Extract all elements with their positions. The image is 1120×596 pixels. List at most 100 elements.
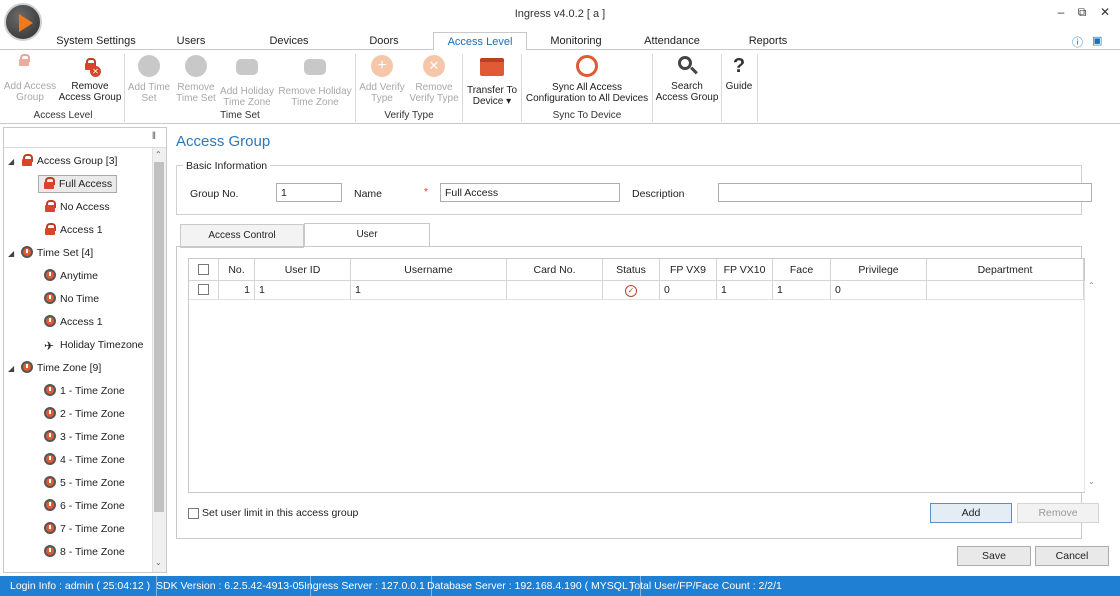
cell-fp-vx9[interactable]: 0: [660, 281, 717, 300]
tree-item-holiday-timezone[interactable]: ✈ Holiday Timezone: [8, 334, 152, 357]
add-holiday-time-zone-button[interactable]: Add Holiday Time Zone: [218, 54, 276, 108]
tab-attendance[interactable]: Attendance: [636, 32, 708, 50]
tree-node-time-zone[interactable]: ◢ Time Zone [9]: [8, 357, 152, 380]
lock-icon: [44, 223, 56, 235]
user-grid: No. User ID Username Card No. Status FP …: [188, 258, 1095, 493]
tree-node-access-group[interactable]: ◢ Access Group [3]: [8, 150, 152, 173]
grid-header[interactable]: Card No.: [507, 259, 603, 281]
cell-privilege[interactable]: 0: [831, 281, 927, 300]
grid-header[interactable]: Department: [927, 259, 1084, 281]
add-access-group-button[interactable]: Add Access Group: [2, 54, 58, 103]
tab-access-control[interactable]: Access Control: [180, 224, 304, 248]
user-limit-checkbox[interactable]: [188, 508, 199, 519]
cell-face[interactable]: 1: [773, 281, 831, 300]
tab-system-settings[interactable]: System Settings: [50, 32, 142, 50]
lock-icon: [43, 177, 55, 189]
clock-icon: [44, 315, 56, 327]
grid-scrollbar[interactable]: ⌃ ⌄: [1084, 281, 1098, 492]
tab-reports[interactable]: Reports: [738, 32, 798, 50]
cell-status[interactable]: ✓: [603, 281, 660, 300]
remove-access-group-button[interactable]: ✕ Remove Access Group: [58, 54, 122, 103]
group-no-field[interactable]: 1: [276, 183, 342, 202]
grid-header[interactable]: FP VX9: [660, 259, 717, 281]
cell-fp-vx10[interactable]: 1: [717, 281, 773, 300]
scroll-down-icon[interactable]: ⌄: [1088, 477, 1095, 486]
grid-header[interactable]: No.: [219, 259, 255, 281]
tree-item-no-access[interactable]: No Access: [8, 196, 152, 219]
tree-item-no-time[interactable]: No Time: [8, 288, 152, 311]
sync-all-button[interactable]: Sync All Access Configuration to All Dev…: [523, 54, 651, 104]
search-access-group-button[interactable]: Search Access Group: [654, 54, 720, 103]
ribbon: Add Access Group ✕ Remove Access Group A…: [0, 50, 1120, 124]
cell-username[interactable]: 1: [351, 281, 507, 300]
tree-item-time-zone[interactable]: 3 - Time Zone: [8, 426, 152, 449]
add-button[interactable]: Add: [930, 503, 1012, 523]
cell-user-id[interactable]: 1: [255, 281, 351, 300]
tab-user[interactable]: User: [304, 223, 430, 247]
tree-item-time-zone[interactable]: 6 - Time Zone: [8, 495, 152, 518]
tree-item-access-1[interactable]: Access 1: [8, 219, 152, 242]
tab-access-level[interactable]: Access Level: [433, 32, 527, 51]
menu-tabs: System Settings Users Devices Doors Acce…: [0, 32, 1120, 51]
select-all-checkbox[interactable]: [198, 264, 209, 275]
ribbon-divider: [462, 54, 463, 122]
tab-users[interactable]: Users: [160, 32, 222, 50]
cancel-button[interactable]: Cancel: [1035, 546, 1109, 566]
tab-devices[interactable]: Devices: [258, 32, 320, 50]
save-button[interactable]: Save: [957, 546, 1031, 566]
cell-department[interactable]: [927, 281, 1084, 300]
tab-monitoring[interactable]: Monitoring: [540, 32, 612, 50]
remove-time-set-button[interactable]: Remove Time Set: [174, 54, 218, 104]
help-icon[interactable]: ⓘ: [1072, 34, 1083, 50]
tree-node-time-set[interactable]: ◢ Time Set [4]: [8, 242, 152, 265]
clock-icon: [44, 292, 56, 304]
transfer-to-device-button[interactable]: Transfer To Device ▾: [464, 54, 520, 107]
tree-item-time-zone[interactable]: 7 - Time Zone: [8, 518, 152, 541]
tab-doors[interactable]: Doors: [356, 32, 412, 50]
tree-item-time-zone[interactable]: 4 - Time Zone: [8, 449, 152, 472]
close-icon[interactable]: ✕: [1094, 4, 1116, 20]
name-label: Name: [354, 188, 383, 200]
description-field[interactable]: [718, 183, 1092, 202]
grid-header[interactable]: FP VX10: [717, 259, 773, 281]
add-time-set-button[interactable]: Add Time Set: [126, 54, 172, 104]
tree-item-time-zone[interactable]: 8 - Time Zone: [8, 541, 152, 564]
add-verify-type-button[interactable]: + Add Verify Type: [357, 54, 407, 104]
scroll-up-icon[interactable]: ⌃: [1088, 281, 1095, 290]
pin-icon[interactable]: ‖: [152, 131, 156, 142]
tree-item-anytime[interactable]: Anytime: [8, 265, 152, 288]
app-menu-icon[interactable]: ▣: [1092, 34, 1102, 47]
remove-button[interactable]: Remove: [1017, 503, 1099, 523]
restore-icon[interactable]: ⧉: [1071, 4, 1093, 20]
basic-information-legend: Basic Information: [183, 160, 271, 172]
cell-card-no[interactable]: [507, 281, 603, 300]
minimize-icon[interactable]: –: [1050, 4, 1072, 20]
clock-icon: [44, 384, 56, 396]
remove-verify-type-button[interactable]: ✕ Remove Verify Type: [408, 54, 460, 104]
tree: ◢ Access Group [3] Full Access No Access…: [8, 150, 152, 564]
sync-icon: [575, 55, 599, 79]
lock-icon: [44, 200, 56, 212]
tree-item-time-set-access-1[interactable]: Access 1: [8, 311, 152, 334]
scroll-down-icon[interactable]: ⌄: [155, 558, 162, 567]
name-field[interactable]: Full Access: [440, 183, 620, 202]
tree-item-time-zone[interactable]: 1 - Time Zone: [8, 380, 152, 403]
guide-button[interactable]: ? Guide: [723, 54, 755, 92]
grid-header[interactable]: Privilege: [831, 259, 927, 281]
scroll-up-icon[interactable]: ⌃: [155, 150, 162, 159]
tree-item-full-access[interactable]: Full Access: [8, 173, 152, 196]
tree-item-time-zone[interactable]: 2 - Time Zone: [8, 403, 152, 426]
row-checkbox[interactable]: [198, 284, 209, 295]
cell-no[interactable]: 1: [219, 281, 255, 300]
grid-header[interactable]: Face: [773, 259, 831, 281]
ribbon-divider: [757, 54, 758, 122]
grid-header[interactable]: Username: [351, 259, 507, 281]
grid-header[interactable]: User ID: [255, 259, 351, 281]
airplane-icon: ✈: [44, 339, 55, 353]
page-title: Access Group: [176, 133, 271, 150]
app-logo-icon[interactable]: [4, 3, 42, 41]
tree-scroll-thumb[interactable]: [154, 162, 164, 512]
tree-item-time-zone[interactable]: 5 - Time Zone: [8, 472, 152, 495]
grid-header[interactable]: Status: [603, 259, 660, 281]
remove-holiday-time-zone-button[interactable]: Remove Holiday Time Zone: [276, 54, 354, 108]
